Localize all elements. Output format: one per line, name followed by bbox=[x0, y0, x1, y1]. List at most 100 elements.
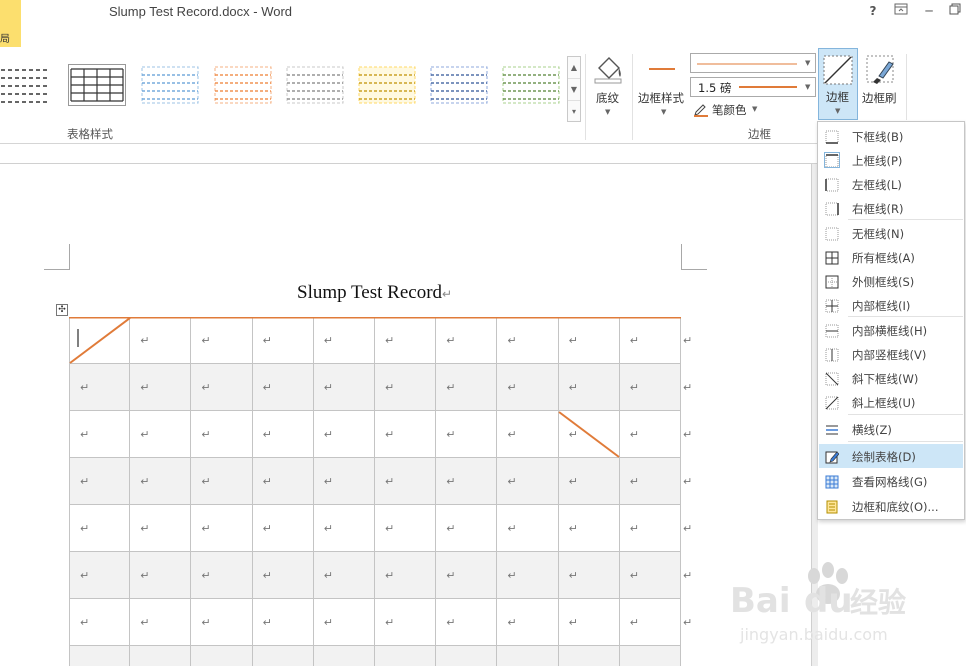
row-end-mark: ↵ bbox=[683, 381, 693, 394]
table-styles-group-label: 表格样式 bbox=[67, 127, 113, 141]
draw-table-icon bbox=[825, 449, 840, 464]
menu-item-top-border[interactable]: 上框线(P) bbox=[819, 148, 963, 172]
svg-text:Bai: Bai bbox=[730, 581, 791, 621]
document-title-text: Slump Test Record bbox=[297, 282, 443, 303]
layout-tab-fragment[interactable]: 局 bbox=[0, 0, 21, 47]
menu-item-inside-borders[interactable]: 内部框线(I) bbox=[819, 293, 963, 317]
baidu-watermark: Bai du 经验 jingyan.baidu.com bbox=[718, 560, 918, 666]
menu-item-right-border[interactable]: 右框线(R) bbox=[819, 196, 963, 220]
table-style-thumb-selected[interactable] bbox=[68, 64, 126, 106]
left-border-icon bbox=[825, 177, 839, 192]
shading-caret-icon: ▼ bbox=[605, 108, 611, 116]
menu-item-label: 下框线(B) bbox=[852, 130, 904, 144]
baidu-paw-logo: Bai du 经验 jingyan.baidu.com bbox=[730, 562, 906, 644]
table-style-thumb[interactable] bbox=[286, 64, 344, 106]
border-styles-button[interactable]: 边框样式 ▼ bbox=[636, 54, 688, 120]
help-button[interactable]: ? bbox=[862, 2, 884, 20]
menu-item-view-gridlines[interactable]: 查看网格线(G) bbox=[819, 469, 963, 493]
scroll-down-icon[interactable]: ▼ bbox=[568, 79, 580, 101]
table-style-thumb[interactable] bbox=[141, 64, 199, 106]
table-style-thumb[interactable] bbox=[0, 64, 52, 106]
menu-item-no-border[interactable]: 无框线(N) bbox=[819, 221, 963, 245]
diagonal-border-icon bbox=[823, 55, 853, 85]
diagonal-down-border-icon bbox=[825, 371, 839, 386]
row-end-mark: ↵ bbox=[683, 475, 693, 488]
ribbon-display-icon bbox=[894, 3, 908, 15]
menu-item-diagonal-down-border[interactable]: 斜下框线(W) bbox=[819, 366, 963, 390]
table-style-thumb[interactable] bbox=[430, 64, 488, 106]
menu-item-diagonal-up-border[interactable]: 斜上框线(U) bbox=[819, 390, 963, 414]
border-painter-icon bbox=[866, 55, 894, 84]
pen-color-button[interactable]: 笔颜色 ▼ bbox=[692, 101, 762, 119]
inside-vertical-border-icon bbox=[825, 347, 839, 362]
right-border-icon bbox=[825, 201, 839, 216]
menu-item-label: 绘制表格(D) bbox=[852, 450, 916, 464]
style-gallery-scrollbar[interactable]: ▲ ▼ ▾ bbox=[567, 56, 581, 122]
menu-item-inside-horizontal-border[interactable]: 内部横框线(H) bbox=[819, 318, 963, 342]
border-style-preview-icon bbox=[649, 68, 675, 70]
menu-item-label: 横线(Z) bbox=[852, 423, 892, 437]
inside-borders-icon bbox=[825, 298, 839, 313]
menu-separator bbox=[848, 219, 963, 220]
borders-and-shading-icon bbox=[825, 499, 839, 514]
diagonal-up-border bbox=[69, 317, 131, 364]
no-border-icon bbox=[825, 226, 839, 241]
margin-crop-mark bbox=[681, 244, 707, 270]
menu-item-bottom-border[interactable]: 下框线(B) bbox=[819, 124, 963, 148]
shading-label: 底纹 bbox=[596, 91, 619, 105]
borders-label: 边框 bbox=[826, 90, 849, 104]
bottom-border-icon bbox=[825, 129, 839, 144]
ribbon-display-options-button[interactable] bbox=[890, 2, 912, 20]
table-move-handle-icon[interactable]: ✣ bbox=[56, 304, 68, 316]
view-gridlines-icon bbox=[825, 474, 839, 489]
all-borders-icon bbox=[825, 250, 839, 265]
menu-item-horizontal-line[interactable]: 横线(Z) bbox=[819, 417, 963, 441]
menu-item-left-border[interactable]: 左框线(L) bbox=[819, 172, 963, 196]
menu-item-label: 外侧框线(S) bbox=[852, 275, 915, 289]
ribbon-divider bbox=[585, 54, 586, 140]
shading-button[interactable]: 底纹 ▼ bbox=[590, 54, 626, 120]
pen-color-caret-icon: ▼ bbox=[752, 105, 758, 113]
menu-item-borders-and-shading[interactable]: 边框和底纹(O)... bbox=[819, 494, 963, 518]
border-styles-label: 边框样式 bbox=[638, 91, 684, 105]
menu-item-draw-table[interactable]: 绘制表格(D) bbox=[819, 444, 963, 468]
document-heading[interactable]: Slump Test Record↵ bbox=[297, 282, 452, 304]
row-end-mark: ↵ bbox=[683, 334, 693, 347]
menu-item-label: 斜下框线(W) bbox=[852, 372, 919, 386]
menu-item-label: 内部竖框线(V) bbox=[852, 348, 927, 362]
paragraph-mark: ↵ bbox=[442, 287, 453, 301]
menu-item-label: 内部横框线(H) bbox=[852, 324, 928, 338]
line-weight-value: 1.5 磅 bbox=[698, 81, 732, 95]
document-table[interactable]: ↵ ↵ ↵ ↵ ↵ ↵ ↵ ↵ ↵ ↵ ↵ ↵ ↵ ↵ ↵ ↵ ↵ ↵ ↵ ↵ ↵ ↵ ↵ ↵ ↵ ↵ ↵ ↵ ↵ ↵ ↵ ↵ ↵ ↵ ↵ ↵ ↵ ↵ ↵ ↵… bbox=[69, 317, 692, 666]
layout-tab-label: 局 bbox=[0, 34, 10, 45]
ribbon-divider bbox=[632, 54, 633, 140]
restore-button[interactable] bbox=[944, 2, 966, 20]
scroll-up-icon[interactable]: ▲ bbox=[568, 57, 580, 79]
line-weight-select[interactable]: 1.5 磅 ▼ bbox=[690, 77, 816, 97]
border-painter-button[interactable]: 边框刷 bbox=[860, 54, 902, 110]
border-painter-label: 边框刷 bbox=[862, 91, 897, 105]
menu-item-label: 上框线(P) bbox=[852, 154, 903, 168]
inside-horizontal-border-icon bbox=[825, 323, 839, 338]
menu-item-inside-vertical-border[interactable]: 内部竖框线(V) bbox=[819, 342, 963, 366]
row-end-mark: ↵ bbox=[683, 569, 693, 582]
borders-button[interactable]: 边框 ▼ bbox=[818, 48, 858, 120]
borders-dropdown-menu: 下框线(B) 上框线(P) 左框线(L) 右框线(R) 无框线(N) 所有框线(A) 外侧框… bbox=[817, 121, 965, 520]
row-end-mark: ↵ bbox=[683, 616, 693, 629]
table-border-overlay bbox=[69, 317, 681, 458]
menu-item-label: 查看网格线(G) bbox=[852, 475, 928, 489]
menu-separator bbox=[848, 441, 963, 442]
menu-item-all-borders[interactable]: 所有框线(A) bbox=[819, 245, 963, 269]
margin-crop-mark bbox=[44, 244, 70, 270]
table-style-thumb[interactable] bbox=[358, 64, 416, 106]
page-top-gap bbox=[0, 145, 818, 164]
pen-color-label: 笔颜色 bbox=[712, 103, 747, 117]
menu-item-outside-borders[interactable]: 外侧框线(S) bbox=[819, 269, 963, 293]
minimize-button[interactable]: ─ bbox=[918, 2, 940, 20]
table-style-thumb[interactable] bbox=[502, 64, 560, 106]
restore-window-icon bbox=[949, 3, 961, 15]
gallery-more-icon[interactable]: ▾ bbox=[568, 101, 580, 123]
line-style-select[interactable]: ▼ bbox=[690, 53, 816, 73]
table-style-thumb[interactable] bbox=[214, 64, 272, 106]
svg-text:经验: 经验 bbox=[850, 586, 906, 619]
